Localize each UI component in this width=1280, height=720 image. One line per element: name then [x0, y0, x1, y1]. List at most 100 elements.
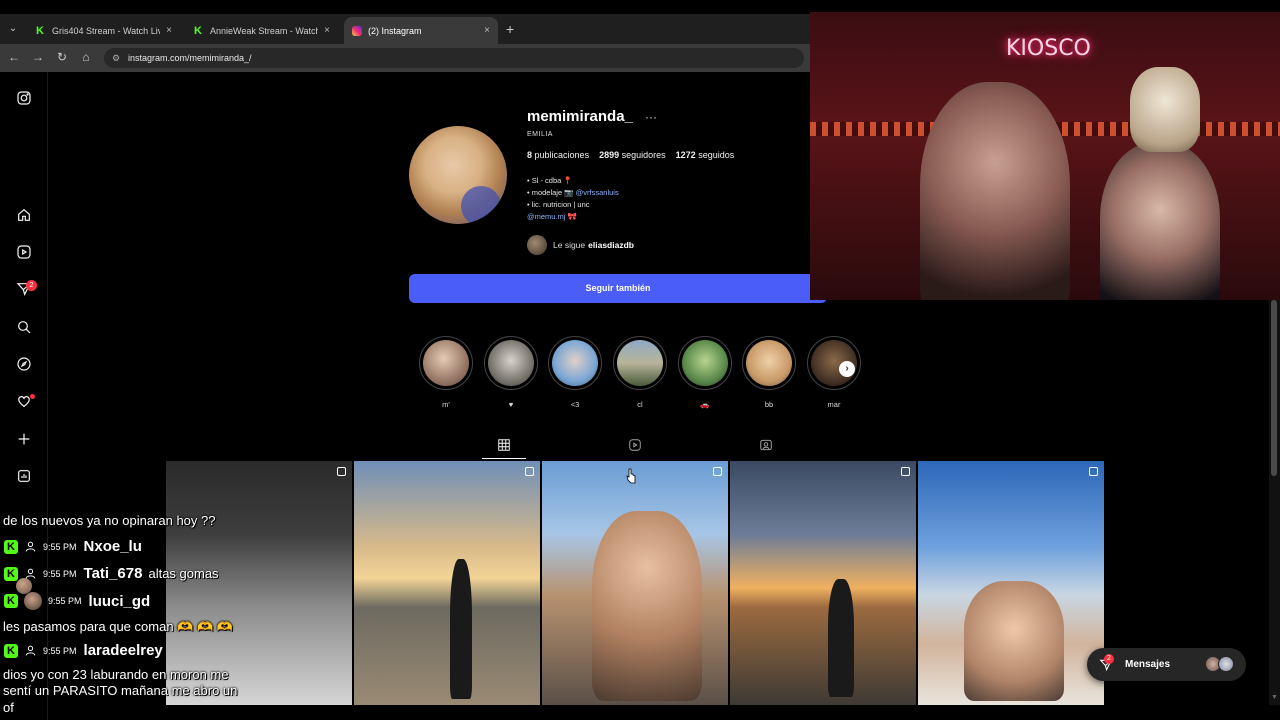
chat-row: K 9:55 PM luuci_gd [4, 592, 150, 610]
kick-icon: K [4, 566, 18, 581]
active-tab-indicator [482, 458, 526, 459]
browser-tab-annieweak[interactable]: K AnnieWeak Stream - Watch Live × [186, 17, 338, 44]
more-options-icon[interactable]: ··· [645, 110, 657, 124]
bio-line: @memu.mj 🎀 [527, 212, 577, 221]
messages-label: Mensajes [1125, 659, 1171, 670]
followers-stat[interactable]: 2899 seguidores [599, 150, 666, 160]
chat-message: les pasamos para que coman 🫶 🫶 🫶 [3, 619, 233, 634]
reels-icon[interactable] [14, 242, 34, 262]
profile-bio: • Sl - cdba 📍 • modelaje 📷 @vrfssanluis … [527, 175, 619, 223]
tab-title: AnnieWeak Stream - Watch Live [210, 25, 319, 36]
create-plus-icon[interactable] [14, 429, 34, 449]
kick-icon: K [194, 24, 202, 37]
posts-grid-tab-icon[interactable] [494, 435, 514, 455]
posts-stat: 8 publicaciones [527, 150, 590, 160]
chat-username: laradeelrey [83, 642, 163, 659]
chat-time: 9:55 PM [43, 645, 77, 656]
explore-icon[interactable] [14, 354, 34, 374]
cat-filter [1130, 67, 1200, 152]
scrollbar-thumb[interactable] [1271, 300, 1277, 476]
story-highlight[interactable]: cl [612, 336, 668, 409]
carousel-icon [901, 467, 910, 476]
close-tab-icon[interactable]: × [324, 25, 330, 36]
browser-tab-bar: ⌄ K Gris404 Stream - Watch Live on × K A… [0, 14, 812, 44]
message-avatar [1218, 656, 1234, 672]
post-thumbnail[interactable] [918, 461, 1104, 705]
chat-message: de los nuevos ya no opinaran hoy ?? [3, 513, 216, 528]
hand-cursor-icon [626, 468, 636, 484]
tagged-tab-icon[interactable] [756, 435, 776, 455]
kick-icon: K [4, 539, 18, 554]
post-thumbnail[interactable] [730, 461, 916, 705]
forward-icon[interactable]: → [30, 50, 46, 64]
screen: ⌄ K Gris404 Stream - Watch Live on × K A… [0, 0, 1280, 720]
chat-username: luuci_gd [88, 592, 151, 610]
streamer-left [920, 82, 1070, 300]
streamer-webcam: KIOSCO [810, 12, 1280, 300]
chat-row: K 9:55 PM Tati_678 altas gomas [4, 565, 219, 582]
user-icon [24, 644, 37, 657]
chat-time: 9:55 PM [43, 541, 77, 552]
browser-tab-instagram[interactable]: (2) Instagram × [344, 17, 498, 44]
following-stat[interactable]: 1272 seguidos [676, 150, 735, 160]
post-thumbnail[interactable] [354, 461, 540, 705]
story-highlight[interactable]: <3 [547, 336, 603, 409]
home-icon[interactable] [14, 205, 34, 225]
activity-dot [30, 394, 35, 399]
followed-by[interactable]: Le sigue eliasdiazdb [527, 235, 634, 255]
profile-stats: 8 publicaciones 2899 seguidores 1272 seg… [527, 150, 734, 160]
kick-icon: K [36, 24, 44, 37]
carousel-icon [1089, 467, 1098, 476]
instagram-icon [352, 25, 362, 36]
chat-row: K 9:55 PM laradeelrey [4, 642, 163, 659]
follower-avatar [527, 235, 547, 255]
chat-text: altas gomas [148, 566, 219, 581]
tab-title: Gris404 Stream - Watch Live on [52, 25, 161, 36]
chat-username: Nxoe_lu [83, 538, 142, 555]
profile-username: memimiranda_ [527, 108, 633, 125]
close-tab-icon[interactable]: × [484, 25, 490, 36]
kick-icon: K [4, 594, 18, 608]
kick-icon: K [4, 643, 18, 658]
post-thumbnail[interactable] [542, 461, 728, 705]
url-field[interactable]: ⚙ instagram.com/memimiranda_/ [104, 48, 804, 68]
chat-row: K 9:55 PM Nxoe_lu [4, 538, 142, 555]
bio-line: • Sl - cdba 📍 [527, 176, 573, 185]
carousel-icon [713, 467, 722, 476]
address-bar-row: ← → ↻ ⌂ ⚙ instagram.com/memimiranda_/ [0, 44, 812, 72]
search-icon[interactable] [14, 317, 34, 337]
story-highlight[interactable]: m' [418, 336, 474, 409]
story-highlight[interactable]: bb [741, 336, 797, 409]
user-icon [24, 567, 37, 580]
chat-time: 9:55 PM [43, 568, 77, 579]
reload-icon[interactable]: ↻ [54, 50, 70, 64]
profile-picture[interactable] [409, 126, 507, 224]
reels-tab-icon[interactable] [625, 435, 645, 455]
home-icon[interactable]: ⌂ [78, 50, 94, 64]
site-info-icon[interactable]: ⚙ [112, 48, 120, 68]
bio-line: • modelaje 📷 @vrfssanluis [527, 188, 619, 197]
follow-back-button[interactable]: Seguir también [409, 274, 827, 303]
story-highlight[interactable]: ♥ [483, 336, 539, 409]
highlights-next-chevron-icon[interactable]: › [839, 361, 855, 377]
neon-sign: KIOSCO [1006, 36, 1091, 61]
tab-list-chevron-icon[interactable]: ⌄ [4, 20, 22, 38]
bio-line: • lic. nutricion | unc [527, 200, 590, 209]
browser-tab-gris404[interactable]: K Gris404 Stream - Watch Live on × [28, 17, 180, 44]
bio-mention-link[interactable]: @vrfssanluis [576, 188, 619, 197]
carousel-icon [525, 467, 534, 476]
close-tab-icon[interactable]: × [166, 25, 172, 36]
instagram-logo-icon[interactable] [14, 88, 34, 108]
bio-mention-link[interactable]: @memu.mj [527, 212, 565, 221]
dashboard-icon[interactable] [14, 466, 34, 486]
streamer-right [1100, 142, 1220, 300]
notification-badge: 2 [26, 280, 37, 291]
messages-button[interactable]: 2 Mensajes [1087, 648, 1246, 681]
chat-avatar [24, 592, 42, 610]
back-icon[interactable]: ← [6, 50, 22, 64]
story-highlight[interactable]: 🚗 [677, 336, 733, 409]
profile-full-name: EMILIA [527, 131, 553, 138]
chat-username: Tati_678 [83, 565, 143, 582]
new-tab-button[interactable]: + [506, 21, 514, 37]
scroll-down-icon[interactable]: ▼ [1271, 694, 1278, 701]
